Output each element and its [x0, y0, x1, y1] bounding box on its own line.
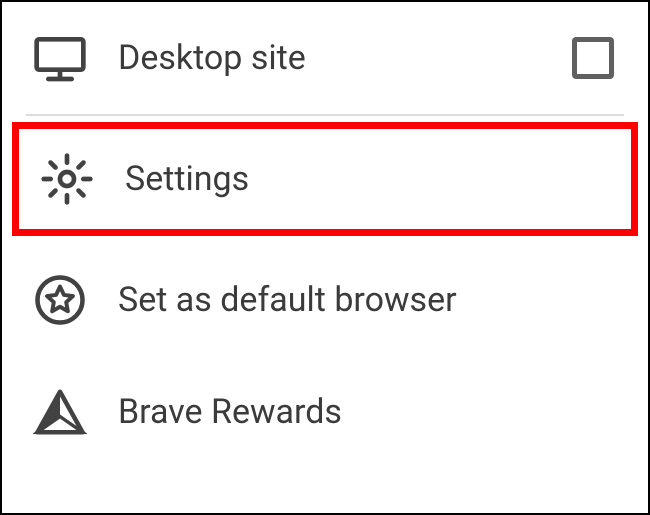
divider — [26, 114, 624, 116]
monitor-icon — [32, 30, 88, 86]
star-circle-icon — [32, 272, 88, 328]
menu-item-default-browser[interactable]: Set as default browser — [2, 244, 648, 356]
menu-item-label: Brave Rewards — [118, 392, 618, 432]
menu-item-brave-rewards[interactable]: Brave Rewards — [2, 356, 648, 468]
menu-item-label: Settings — [125, 159, 611, 199]
menu-item-label: Desktop site — [118, 38, 572, 78]
triangle-icon — [32, 384, 88, 440]
menu-item-desktop-site[interactable]: Desktop site — [2, 2, 648, 114]
menu-panel: Desktop site Settings — [0, 0, 650, 515]
menu-item-settings[interactable]: Settings — [12, 122, 638, 236]
desktop-site-checkbox[interactable] — [572, 37, 614, 79]
menu-item-label: Set as default browser — [118, 280, 618, 320]
gear-icon — [39, 151, 95, 207]
